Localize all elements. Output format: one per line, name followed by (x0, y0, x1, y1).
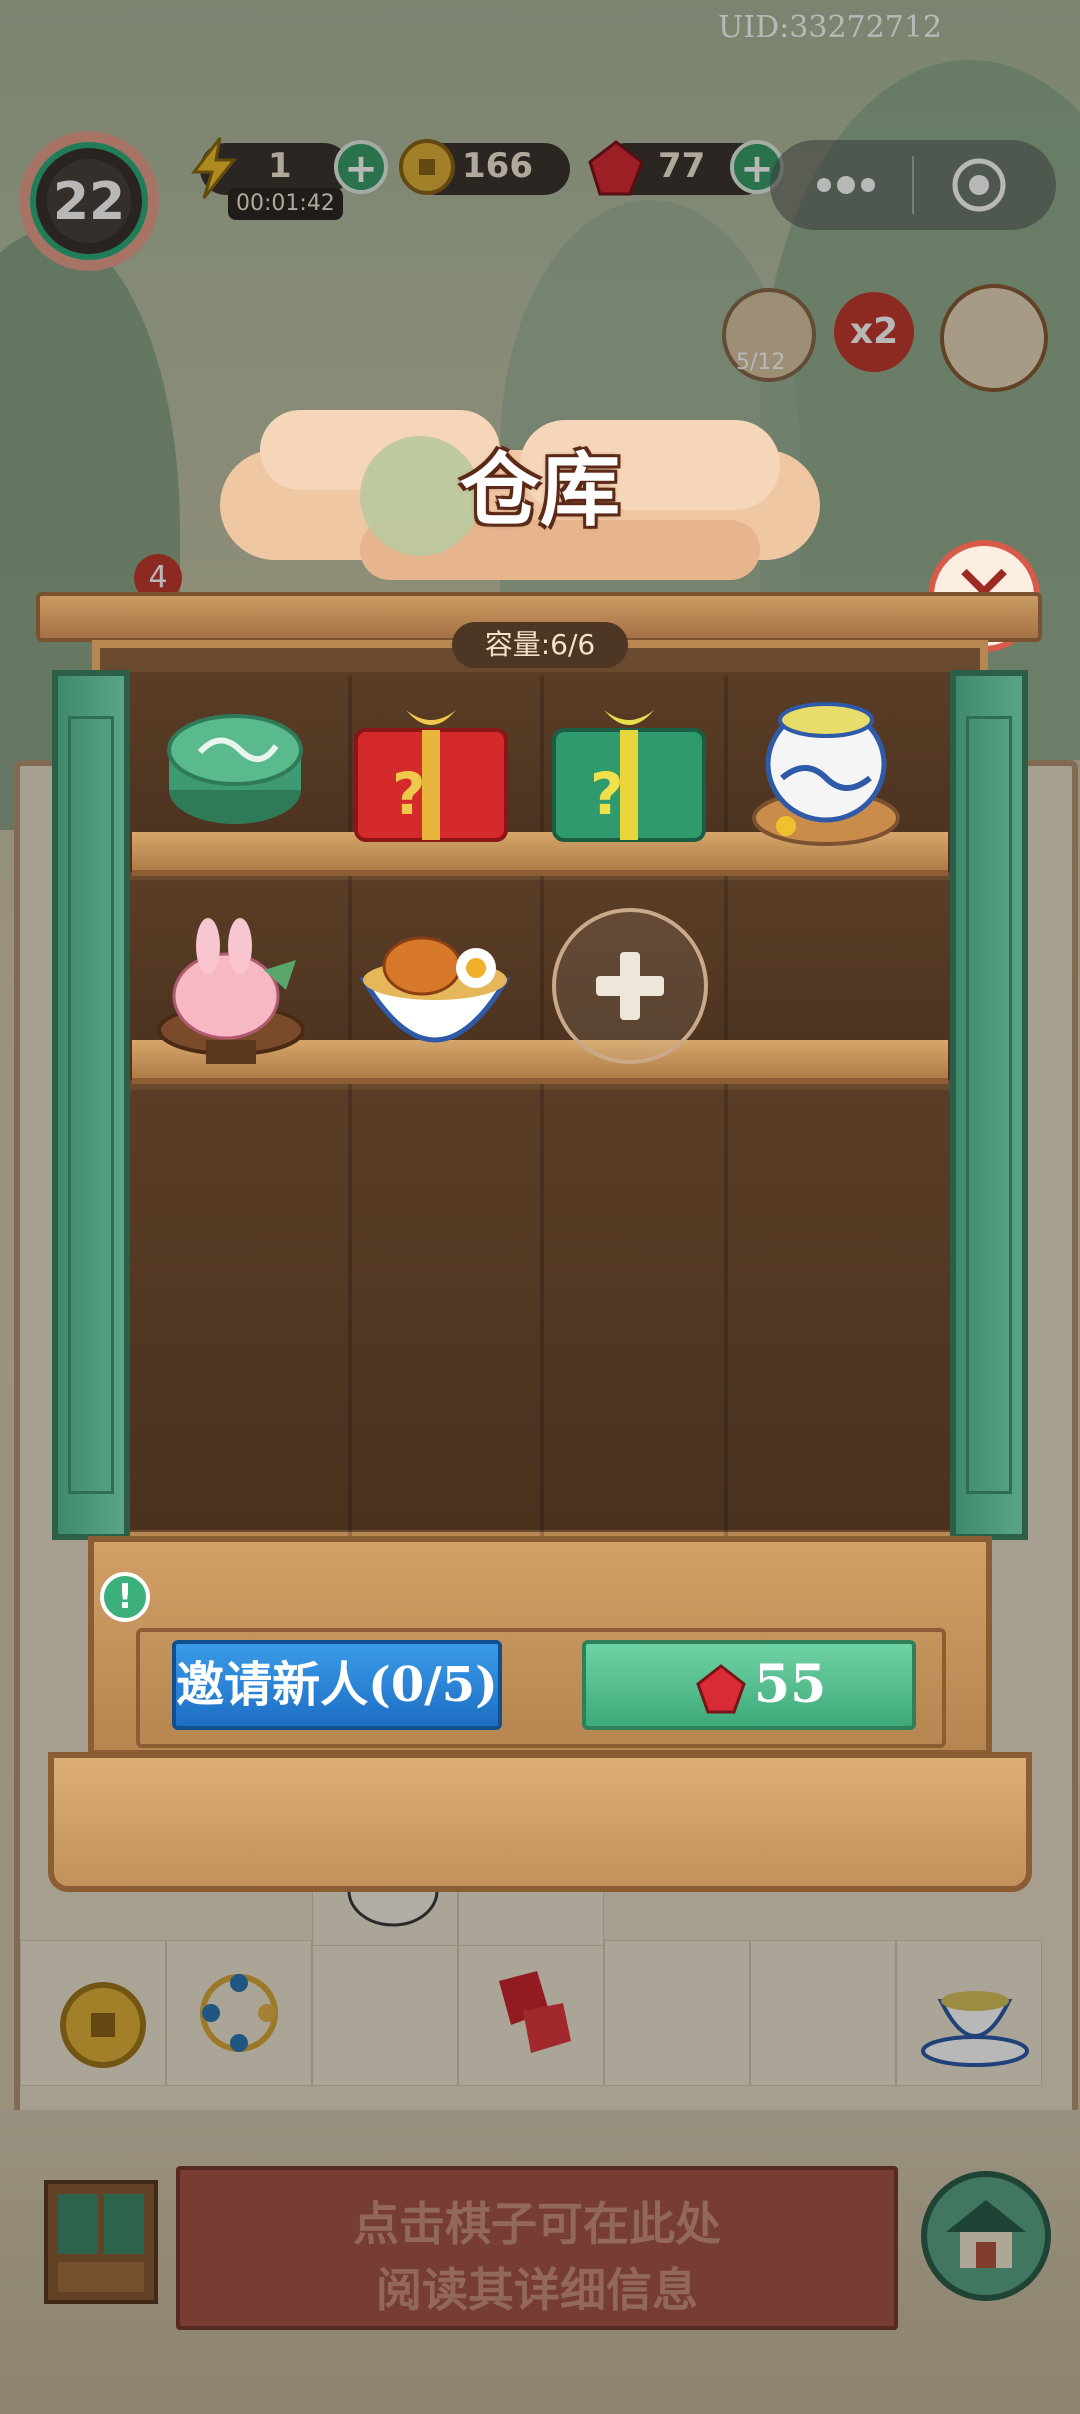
porcelain-tea-jar-icon (752, 702, 900, 846)
svg-text:?: ? (392, 760, 426, 828)
expand-price: 55 (754, 1654, 827, 1715)
warehouse-item-1[interactable] (160, 690, 310, 844)
roast-chicken-rice-bowl-icon (359, 936, 511, 1043)
right-cabinet-door (950, 670, 1028, 1540)
warehouse-item-2[interactable]: ? (346, 690, 516, 854)
jade-coin-box-icon (167, 714, 303, 824)
capacity-label: 容量:6/6 (452, 622, 628, 668)
green-mystery-gift-icon: ? (552, 710, 706, 842)
red-mystery-gift-icon: ? (354, 710, 508, 842)
cabinet-foot (48, 1752, 1032, 1892)
warehouse-item-5[interactable] (146, 910, 316, 1074)
add-slot-button[interactable] (550, 906, 710, 1070)
svg-text:?: ? (590, 760, 624, 828)
bunny-peach-bun-icon (157, 918, 305, 1064)
plus-icon (552, 908, 708, 1064)
warehouse-title: 仓库 (460, 443, 620, 537)
expand-capacity-button[interactable]: 55 (582, 1640, 916, 1730)
alert-icon: ! (100, 1572, 150, 1622)
warehouse-item-3[interactable]: ? (544, 690, 714, 854)
left-cabinet-door (52, 670, 130, 1540)
gem-icon (696, 1664, 746, 1714)
invite-new-user-button[interactable]: 邀请新人(0/5) (172, 1640, 502, 1730)
warehouse-item-4[interactable] (746, 686, 906, 860)
warehouse-item-6[interactable] (350, 910, 520, 1074)
